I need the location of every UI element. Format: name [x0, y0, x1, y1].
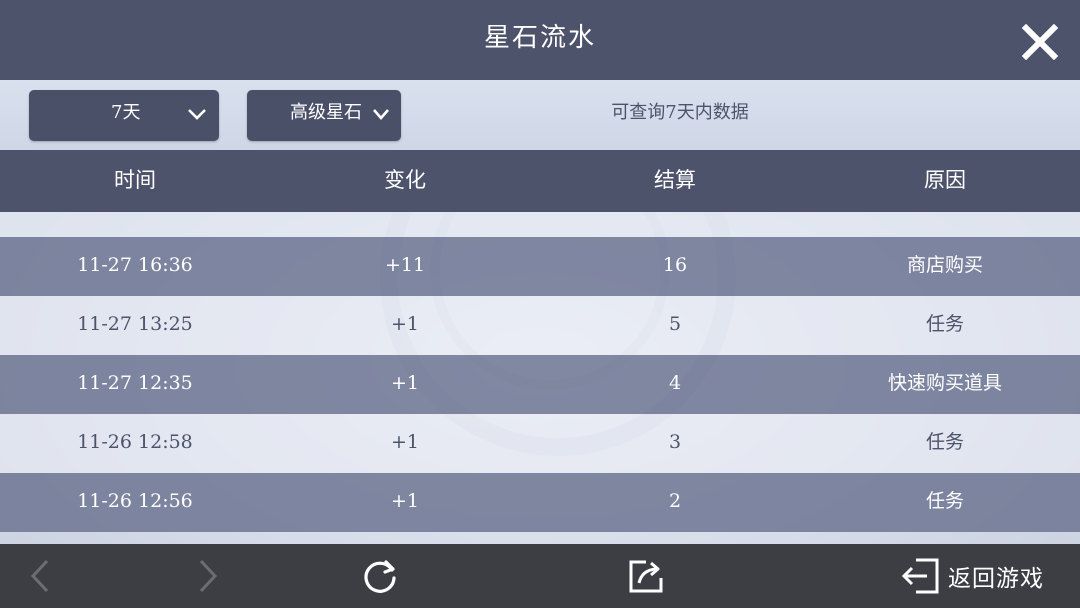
return-to-game-label: 返回游戏 — [948, 566, 1044, 592]
chevron-down-icon — [373, 109, 389, 120]
row-balance: 4 — [668, 372, 682, 394]
exit-icon — [901, 558, 939, 594]
close-button[interactable] — [1018, 20, 1062, 64]
row-change: +1 — [390, 431, 419, 453]
row-change: +1 — [390, 490, 419, 512]
chevron-down-icon — [188, 109, 206, 120]
table-row: 11-27 12:35 +1 4 快速购买道具 — [0, 355, 1080, 414]
row-balance: 2 — [668, 490, 682, 512]
row-change: +1 — [390, 313, 419, 335]
row-time: 11-27 16:36 — [77, 254, 193, 276]
page-title: 星石流水 — [483, 23, 596, 53]
close-icon — [1022, 24, 1058, 60]
row-reason: 商店购买 — [906, 254, 983, 276]
type-dropdown[interactable]: 高级星石 — [247, 90, 401, 141]
column-header-balance: 结算 — [654, 168, 696, 192]
row-time: 11-27 12:35 — [77, 372, 193, 394]
browser-toolbar: 返回游戏 — [0, 544, 1080, 608]
row-change: +1 — [390, 372, 419, 394]
table-row: 11-26 12:58 +1 3 任务 — [0, 414, 1080, 473]
return-to-game-button[interactable]: 返回游戏 — [900, 544, 1060, 608]
table-spacer — [0, 212, 1080, 237]
column-header-time: 时间 — [114, 168, 156, 192]
days-dropdown[interactable]: 7天 — [29, 90, 219, 141]
back-button[interactable] — [20, 544, 60, 608]
row-time: 11-26 12:56 — [77, 490, 193, 512]
row-reason: 任务 — [925, 431, 964, 453]
header-bar: 星石流水 — [0, 0, 1080, 80]
row-reason: 任务 — [925, 313, 964, 335]
chevron-right-icon — [199, 559, 218, 593]
table-row: 11-26 12:56 +1 2 任务 — [0, 473, 1080, 532]
days-dropdown-value: 7天 — [111, 102, 141, 123]
row-change: +11 — [384, 254, 426, 276]
share-button[interactable] — [624, 544, 668, 608]
table-row: 11-27 13:25 +1 5 任务 — [0, 296, 1080, 355]
chevron-left-icon — [30, 559, 49, 593]
type-dropdown-value: 高级星石 — [290, 102, 362, 123]
row-balance: 3 — [668, 431, 682, 453]
row-balance: 16 — [662, 254, 688, 276]
refresh-button[interactable] — [358, 544, 402, 608]
row-time: 11-27 13:25 — [77, 313, 193, 335]
query-hint: 可查询7天内数据 — [611, 102, 749, 123]
row-reason: 快速购买道具 — [887, 372, 1002, 394]
column-header-reason: 原因 — [924, 168, 966, 192]
share-icon — [629, 560, 663, 593]
refresh-icon — [364, 560, 396, 593]
row-reason: 任务 — [925, 490, 964, 512]
table-row: 11-27 16:36 +11 16 商店购买 — [0, 237, 1080, 296]
row-balance: 5 — [668, 313, 682, 335]
column-header-change: 变化 — [384, 168, 426, 192]
table-header: 时间 变化 结算 原因 — [0, 150, 1080, 212]
row-time: 11-26 12:58 — [77, 431, 193, 453]
forward-button[interactable] — [188, 544, 228, 608]
